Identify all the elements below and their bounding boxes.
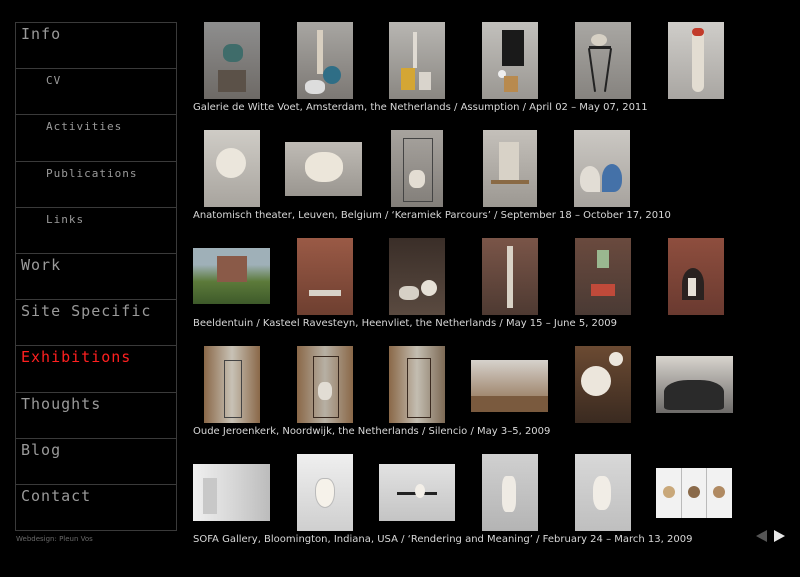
exhibition-row: Beeldentuin / Kasteel Ravesteyn, Heenvli… bbox=[193, 238, 753, 348]
thumbnail-strip bbox=[193, 238, 753, 318]
exhibition-photo[interactable] bbox=[389, 238, 445, 315]
pagination-arrows bbox=[756, 530, 790, 542]
exhibition-photo[interactable] bbox=[391, 130, 443, 207]
exhibition-photo[interactable] bbox=[668, 238, 724, 315]
nav-item-contact[interactable]: Contact bbox=[15, 484, 177, 532]
nav-item-site-specific[interactable]: Site Specific bbox=[15, 300, 177, 347]
thumbnail-strip bbox=[193, 130, 753, 210]
exhibition-row: Anatomisch theater, Leuven, Belgium / ‘K… bbox=[193, 130, 753, 240]
nav-item-blog[interactable]: Blog bbox=[15, 438, 177, 485]
exhibition-caption: Anatomisch theater, Leuven, Belgium / ‘K… bbox=[193, 210, 671, 221]
exhibition-caption: Galerie de Witte Voet, Amsterdam, the Ne… bbox=[193, 102, 648, 113]
exhibition-row: Oude Jeroenkerk, Noordwijk, the Netherla… bbox=[193, 346, 753, 456]
exhibition-caption: SOFA Gallery, Bloomington, Indiana, USA … bbox=[193, 534, 693, 545]
exhibition-photo[interactable] bbox=[204, 130, 260, 207]
exhibition-photo[interactable] bbox=[656, 356, 733, 413]
exhibition-photo[interactable] bbox=[204, 346, 260, 423]
exhibition-photo[interactable] bbox=[483, 130, 537, 207]
exhibition-caption: Beeldentuin / Kasteel Ravesteyn, Heenvli… bbox=[193, 318, 618, 329]
exhibition-photo[interactable] bbox=[575, 454, 631, 531]
nav-item-info[interactable]: Info bbox=[15, 23, 177, 70]
webdesign-credit: Webdesign: Pleun Vos bbox=[16, 535, 93, 543]
thumbnail-strip bbox=[193, 22, 753, 102]
exhibition-photo[interactable] bbox=[575, 22, 631, 99]
thumbnail-strip bbox=[193, 454, 753, 534]
exhibition-photo[interactable] bbox=[297, 454, 353, 531]
exhibition-row: Galerie de Witte Voet, Amsterdam, the Ne… bbox=[193, 22, 753, 132]
exhibition-photo[interactable] bbox=[389, 22, 445, 99]
exhibition-photo[interactable] bbox=[297, 22, 353, 99]
nav-item-thoughts[interactable]: Thoughts bbox=[15, 392, 177, 439]
exhibition-photo[interactable] bbox=[575, 346, 631, 423]
exhibition-photo[interactable] bbox=[379, 464, 455, 521]
next-arrow-icon[interactable] bbox=[774, 530, 785, 542]
exhibition-photo[interactable] bbox=[204, 22, 260, 99]
thumbnail-strip bbox=[193, 346, 753, 426]
sidebar-nav: Info CV Activities Publications Links Wo… bbox=[15, 22, 177, 532]
nav-item-exhibitions[interactable]: Exhibitions bbox=[15, 346, 177, 393]
exhibition-photo[interactable] bbox=[193, 248, 270, 304]
exhibition-photo[interactable] bbox=[482, 22, 538, 99]
exhibition-photo[interactable] bbox=[575, 238, 631, 315]
exhibition-caption: Oude Jeroenkerk, Noordwijk, the Netherla… bbox=[193, 426, 551, 437]
exhibition-photo[interactable] bbox=[656, 468, 732, 518]
exhibition-photo[interactable] bbox=[574, 130, 630, 207]
exhibition-photo[interactable] bbox=[193, 464, 270, 521]
exhibition-photo[interactable] bbox=[482, 454, 538, 531]
nav-item-cv[interactable]: CV bbox=[15, 69, 177, 116]
exhibition-photo[interactable] bbox=[285, 142, 362, 196]
prev-arrow-icon[interactable] bbox=[756, 530, 767, 542]
exhibition-photo[interactable] bbox=[389, 346, 445, 423]
nav-item-activities[interactable]: Activities bbox=[15, 115, 177, 162]
exhibition-row: SOFA Gallery, Bloomington, Indiana, USA … bbox=[193, 454, 753, 564]
exhibition-photo[interactable] bbox=[297, 238, 353, 315]
exhibition-photo[interactable] bbox=[668, 22, 724, 99]
exhibition-photo[interactable] bbox=[482, 238, 538, 315]
exhibition-photo[interactable] bbox=[297, 346, 353, 423]
nav-item-work[interactable]: Work bbox=[15, 253, 177, 301]
exhibition-photo[interactable] bbox=[471, 360, 548, 412]
nav-item-publications[interactable]: Publications bbox=[15, 161, 177, 208]
nav-item-links[interactable]: Links bbox=[15, 207, 177, 254]
